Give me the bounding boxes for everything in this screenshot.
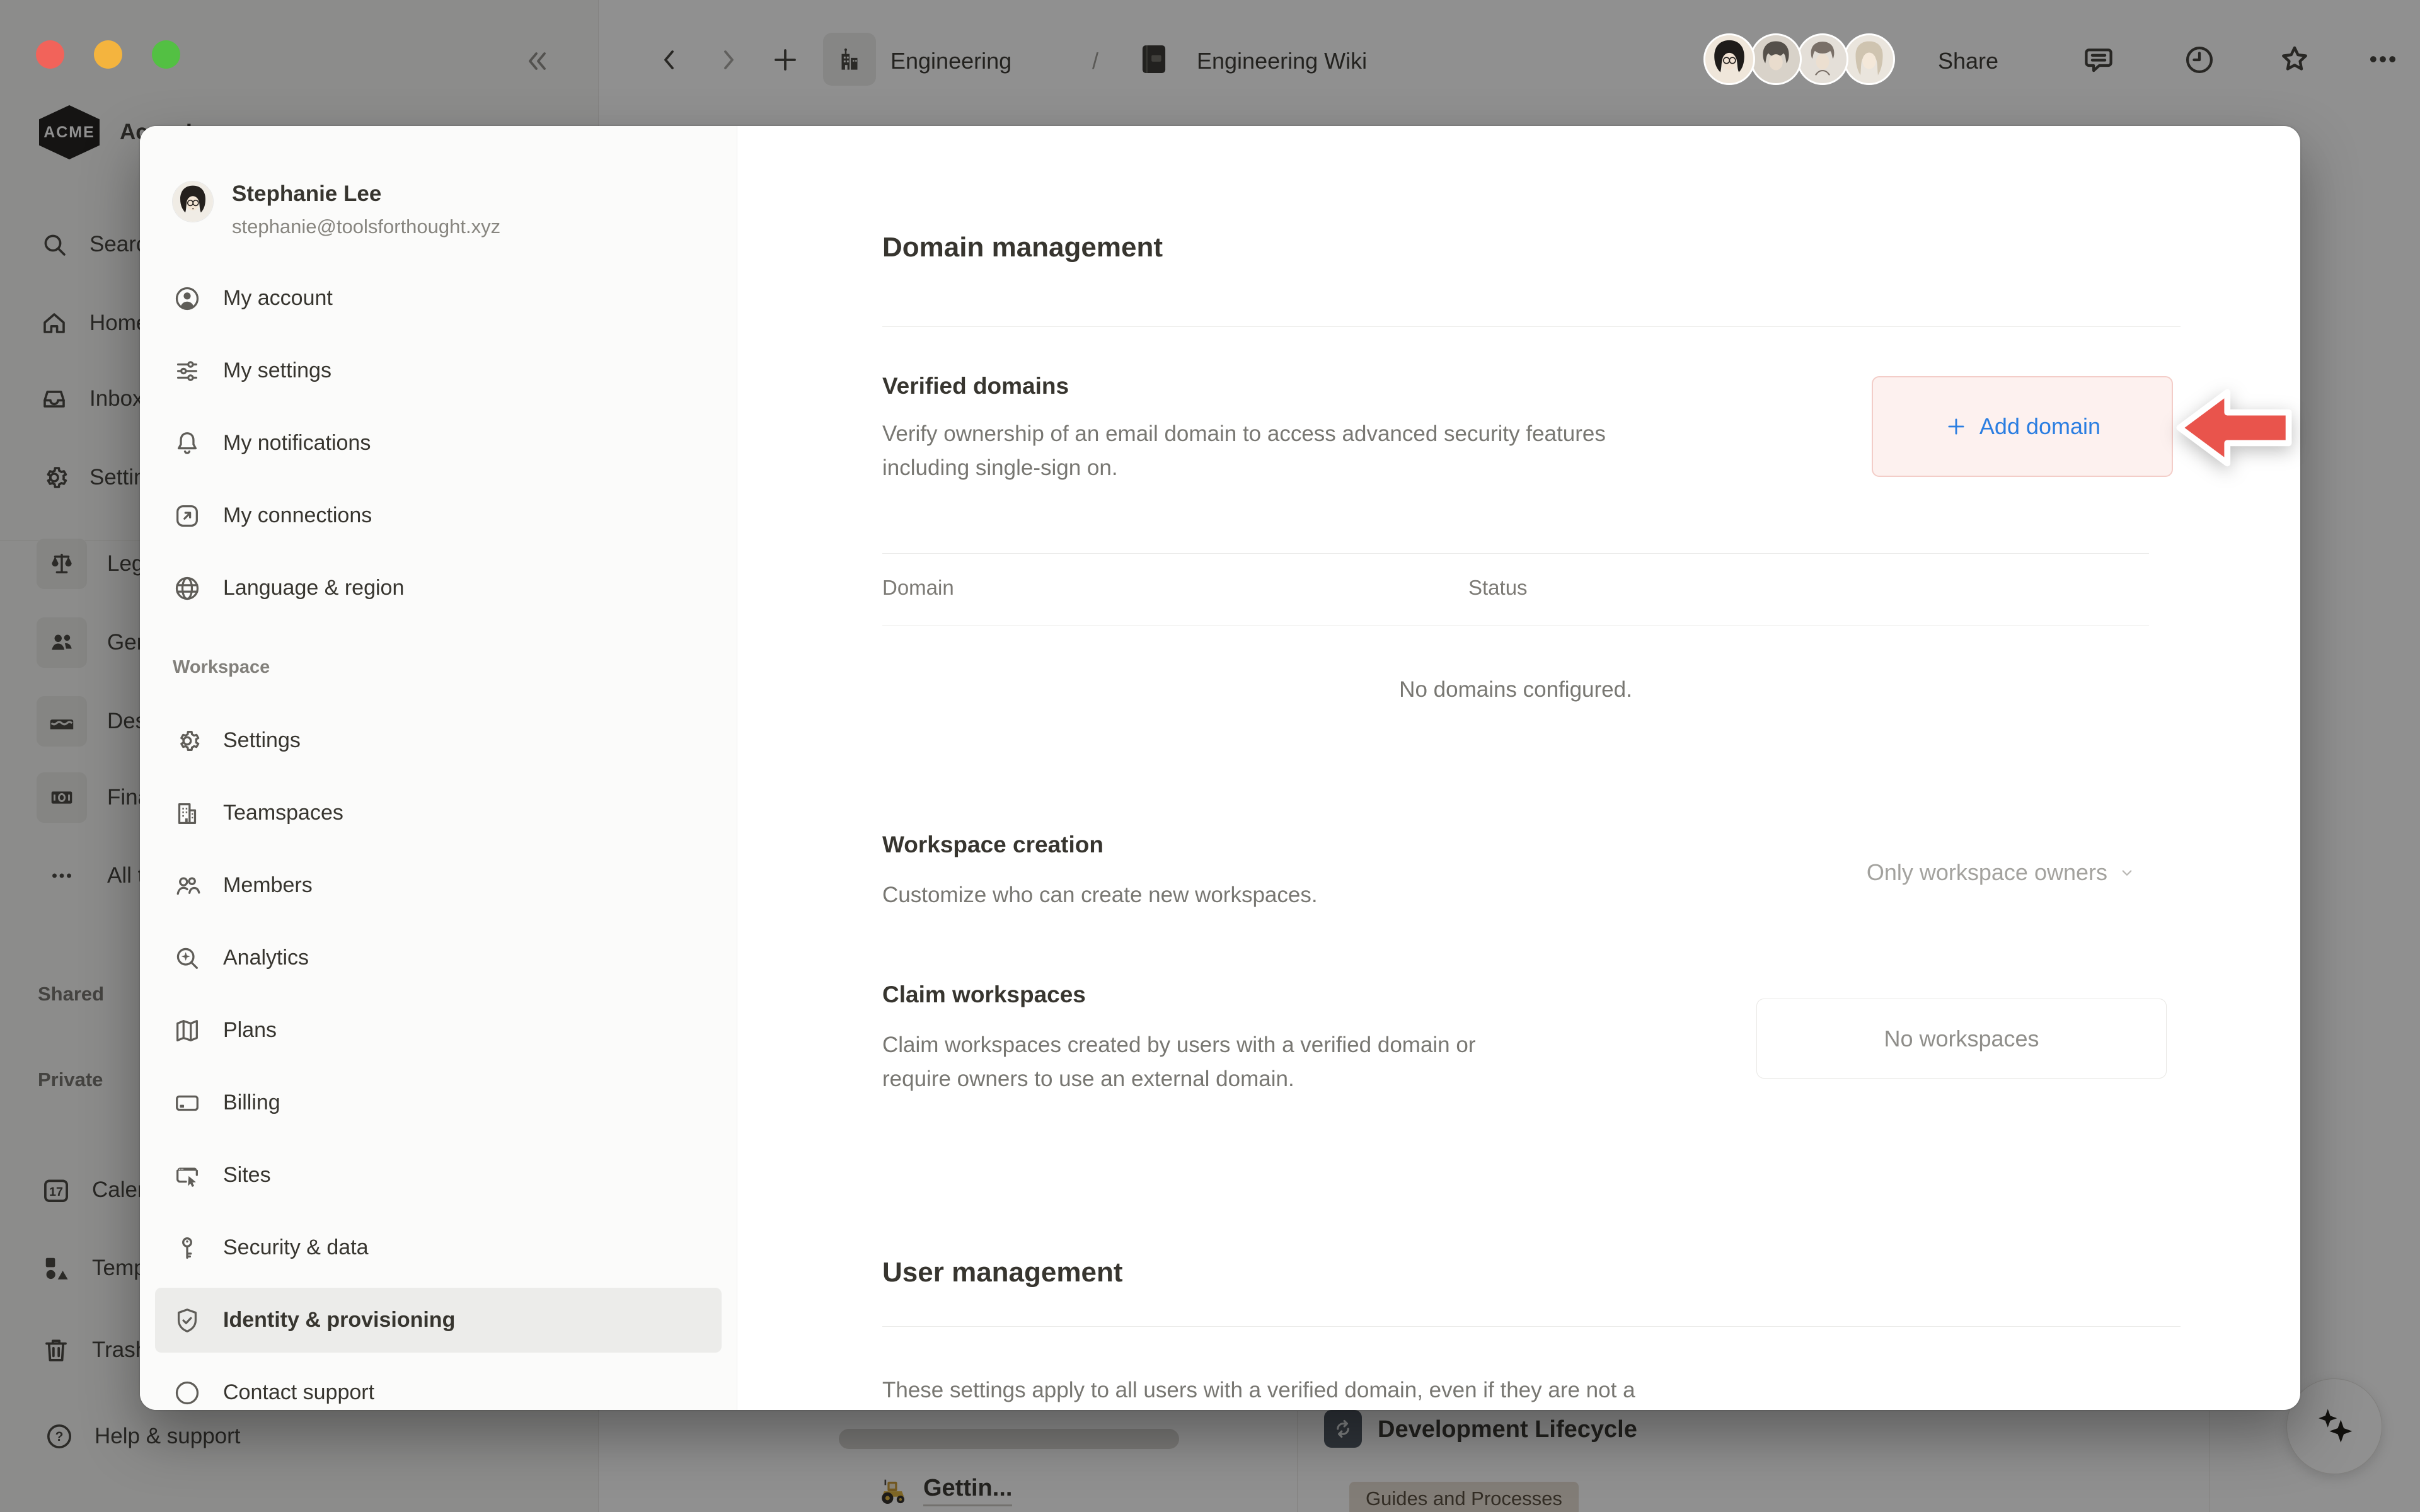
zoom-window-button[interactable]: [152, 40, 180, 69]
settings-nav-billing[interactable]: Billing: [155, 1070, 722, 1135]
workspace-creation-description: Customize who can create new workspaces.: [882, 878, 1318, 912]
shield-check-icon: [173, 1306, 202, 1335]
settings-nav-my-settings[interactable]: My settings: [155, 338, 722, 403]
verified-domains-description: Verify ownership of an email domain to a…: [882, 417, 1664, 485]
close-window-button[interactable]: [36, 40, 64, 69]
workspace-creation-heading: Workspace creation: [882, 832, 1103, 858]
workspace-creation-dropdown[interactable]: Only workspace owners: [1867, 859, 2136, 886]
settings-nav-members[interactable]: Members: [155, 853, 722, 918]
globe-icon: [173, 574, 202, 603]
user-avatar: [173, 181, 213, 222]
claim-workspaces-description: Claim workspaces created by users with a…: [882, 1028, 1481, 1096]
settings-nav-identity-provisioning[interactable]: Identity & provisioning: [155, 1288, 722, 1353]
key-icon: [173, 1234, 202, 1263]
avatar[interactable]: [1843, 33, 1895, 85]
settings-nav-my-connections[interactable]: My connections: [155, 483, 722, 548]
chevron-down-icon: [2118, 863, 2136, 882]
settings-nav-settings[interactable]: Settings: [155, 708, 722, 773]
settings-content: Domain management Verified domains Verif…: [737, 126, 2300, 1410]
building-icon: [173, 799, 202, 828]
user-management-clipped-text: These settings apply to all users with a…: [882, 1373, 2262, 1407]
domain-management-title: Domain management: [882, 232, 1163, 263]
sliders-icon: [173, 357, 202, 386]
table-top-border: [882, 553, 2149, 554]
settings-sidebar: Stephanie Lee stephanie@toolsforthought.…: [140, 126, 737, 1410]
verified-domains-heading: Verified domains: [882, 373, 1069, 399]
settings-nav-security-data[interactable]: Security & data: [155, 1215, 722, 1280]
bell-icon: [173, 429, 202, 458]
circle-icon: [173, 1378, 202, 1407]
settings-nav-contact-support[interactable]: Contact support: [155, 1360, 722, 1410]
browser-cursor-icon: [173, 1161, 202, 1190]
user-management-heading: User management: [882, 1257, 1122, 1288]
section-divider: [882, 1326, 2181, 1327]
table-header-status: Status: [1468, 576, 1528, 600]
avatar[interactable]: [1703, 33, 1755, 85]
table-header-domain: Domain: [882, 576, 954, 600]
person-circle-icon: [173, 284, 202, 313]
traffic-lights: [36, 40, 180, 69]
gear-icon: [173, 726, 202, 755]
notion-window: ACME Acme Inc Search Home Inbox Settings: [0, 0, 2420, 1512]
settings-nav-language-region[interactable]: Language & region: [155, 556, 722, 621]
avatar[interactable]: [1797, 33, 1848, 85]
account-name: Stephanie Lee: [232, 181, 500, 207]
section-divider: [882, 326, 2181, 327]
workspace-section-header: Workspace: [173, 657, 704, 678]
settings-modal: Stephanie Lee stephanie@toolsforthought.…: [140, 126, 2300, 1410]
settings-nav-teamspaces[interactable]: Teamspaces: [155, 781, 722, 845]
avatar[interactable]: [1750, 33, 1802, 85]
map-icon: [173, 1016, 202, 1045]
settings-nav-my-notifications[interactable]: My notifications: [155, 411, 722, 476]
members-icon: [173, 871, 202, 900]
table-header-border: [882, 625, 2149, 626]
add-domain-button[interactable]: Add domain: [1872, 376, 2173, 477]
annotation-arrow: [2172, 382, 2295, 474]
settings-nav-analytics[interactable]: Analytics: [155, 925, 722, 990]
settings-nav-sites[interactable]: Sites: [155, 1143, 722, 1208]
no-workspaces-button[interactable]: No workspaces: [1756, 999, 2167, 1079]
plus-icon: [1944, 415, 1968, 438]
table-empty-state: No domains configured.: [882, 673, 2149, 707]
arrow-up-right-square-icon: [173, 501, 202, 530]
account-header: Stephanie Lee stephanie@toolsforthought.…: [173, 181, 500, 238]
claim-workspaces-heading: Claim workspaces: [882, 982, 1086, 1008]
settings-nav-my-account[interactable]: My account: [155, 266, 722, 331]
settings-nav-plans[interactable]: Plans: [155, 998, 722, 1063]
account-email: stephanie@toolsforthought.xyz: [232, 215, 500, 238]
minimize-window-button[interactable]: [94, 40, 122, 69]
search-sparkle-icon: [173, 944, 202, 973]
credit-card-icon: [173, 1089, 202, 1118]
